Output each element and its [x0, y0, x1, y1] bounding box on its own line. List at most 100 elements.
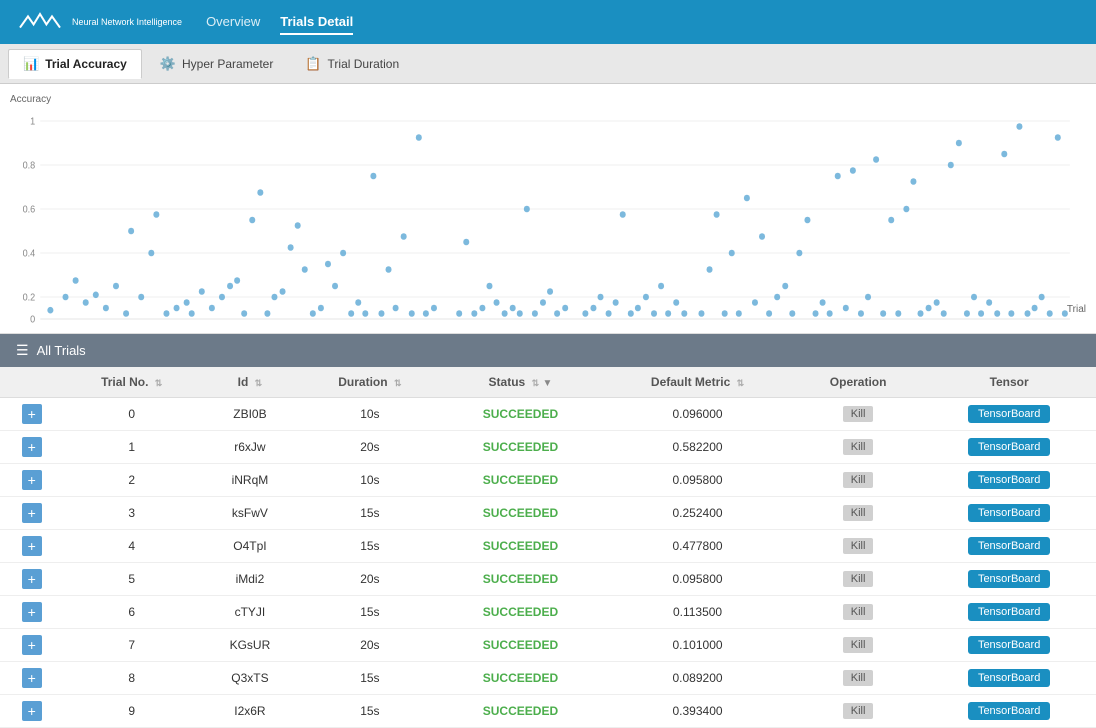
- cell-tensor[interactable]: TensorBoard: [922, 464, 1096, 497]
- nav-trials-detail[interactable]: Trials Detail: [280, 10, 353, 35]
- tab-trial-duration[interactable]: 📋 Trial Duration: [291, 50, 413, 78]
- cell-tensor[interactable]: TensorBoard: [922, 563, 1096, 596]
- expand-button[interactable]: +: [22, 701, 42, 721]
- kill-button[interactable]: Kill: [843, 637, 874, 653]
- tensorboard-button[interactable]: TensorBoard: [968, 570, 1050, 588]
- expand-btn-cell[interactable]: +: [0, 431, 64, 464]
- col-tensor: Tensor: [922, 367, 1096, 398]
- expand-btn-cell[interactable]: +: [0, 629, 64, 662]
- cell-duration: 15s: [300, 695, 440, 728]
- cell-duration: 15s: [300, 530, 440, 563]
- cell-operation[interactable]: Kill: [794, 464, 922, 497]
- kill-button[interactable]: Kill: [843, 472, 874, 488]
- status-badge: SUCCEEDED: [483, 704, 558, 718]
- col-duration[interactable]: Duration ⇅: [300, 367, 440, 398]
- kill-button[interactable]: Kill: [843, 604, 874, 620]
- col-trial-no[interactable]: Trial No. ⇅: [64, 367, 200, 398]
- expand-button[interactable]: +: [22, 470, 42, 490]
- table-row: + 2 iNRqM 10s SUCCEEDED 0.095800 Kill Te…: [0, 464, 1096, 497]
- expand-button[interactable]: +: [22, 437, 42, 457]
- cell-trial-no: 5: [64, 563, 200, 596]
- sort-icon-id[interactable]: ⇅: [255, 378, 263, 388]
- expand-button[interactable]: +: [22, 503, 42, 523]
- tensorboard-button[interactable]: TensorBoard: [968, 603, 1050, 621]
- filter-icon-status[interactable]: ▼: [542, 378, 552, 389]
- col-operation: Operation: [794, 367, 922, 398]
- tab-trial-accuracy[interactable]: 📊 Trial Accuracy: [8, 49, 142, 79]
- cell-operation[interactable]: Kill: [794, 530, 922, 563]
- sort-icon-status[interactable]: ⇅: [532, 378, 540, 388]
- kill-button[interactable]: Kill: [843, 670, 874, 686]
- cell-duration: 10s: [300, 464, 440, 497]
- expand-btn-cell[interactable]: +: [0, 398, 64, 431]
- expand-button[interactable]: +: [22, 404, 42, 424]
- cell-operation[interactable]: Kill: [794, 596, 922, 629]
- expand-btn-cell[interactable]: +: [0, 497, 64, 530]
- expand-btn-cell[interactable]: +: [0, 464, 64, 497]
- expand-btn-cell[interactable]: +: [0, 695, 64, 728]
- cell-id: ksFwV: [200, 497, 300, 530]
- tensorboard-button[interactable]: TensorBoard: [968, 405, 1050, 423]
- cell-status: SUCCEEDED: [440, 662, 601, 695]
- col-status[interactable]: Status ⇅ ▼: [440, 367, 601, 398]
- expand-btn-cell[interactable]: +: [0, 662, 64, 695]
- cell-tensor[interactable]: TensorBoard: [922, 530, 1096, 563]
- sort-icon-duration[interactable]: ⇅: [394, 378, 402, 388]
- expand-btn-cell[interactable]: +: [0, 596, 64, 629]
- tensorboard-button[interactable]: TensorBoard: [968, 471, 1050, 489]
- cell-status: SUCCEEDED: [440, 464, 601, 497]
- expand-btn-cell[interactable]: +: [0, 530, 64, 563]
- col-id[interactable]: Id ⇅: [200, 367, 300, 398]
- kill-button[interactable]: Kill: [843, 439, 874, 455]
- tab-hyper-parameter[interactable]: ⚙️ Hyper Parameter: [146, 50, 288, 78]
- kill-button[interactable]: Kill: [843, 406, 874, 422]
- cell-tensor[interactable]: TensorBoard: [922, 629, 1096, 662]
- kill-button[interactable]: Kill: [843, 571, 874, 587]
- cell-operation[interactable]: Kill: [794, 629, 922, 662]
- cell-operation[interactable]: Kill: [794, 398, 922, 431]
- cell-status: SUCCEEDED: [440, 497, 601, 530]
- cell-status: SUCCEEDED: [440, 695, 601, 728]
- expand-button[interactable]: +: [22, 668, 42, 688]
- expand-button[interactable]: +: [22, 635, 42, 655]
- tensorboard-button[interactable]: TensorBoard: [968, 438, 1050, 456]
- cell-tensor[interactable]: TensorBoard: [922, 596, 1096, 629]
- cell-tensor[interactable]: TensorBoard: [922, 662, 1096, 695]
- cell-metric: 0.101000: [601, 629, 794, 662]
- cell-trial-no: 3: [64, 497, 200, 530]
- cell-tensor[interactable]: TensorBoard: [922, 695, 1096, 728]
- cell-operation[interactable]: Kill: [794, 431, 922, 464]
- cell-duration: 20s: [300, 431, 440, 464]
- tensorboard-button[interactable]: TensorBoard: [968, 636, 1050, 654]
- sort-icon-trial-no[interactable]: ⇅: [155, 378, 163, 388]
- cell-operation[interactable]: Kill: [794, 662, 922, 695]
- sort-icon-metric[interactable]: ⇅: [737, 378, 745, 388]
- cell-tensor[interactable]: TensorBoard: [922, 431, 1096, 464]
- tensorboard-button[interactable]: TensorBoard: [968, 504, 1050, 522]
- tensorboard-button[interactable]: TensorBoard: [968, 702, 1050, 720]
- cell-tensor[interactable]: TensorBoard: [922, 497, 1096, 530]
- chart-y-label: Accuracy: [10, 94, 51, 105]
- expand-button[interactable]: +: [22, 536, 42, 556]
- nav-overview[interactable]: Overview: [206, 10, 260, 35]
- cell-operation[interactable]: Kill: [794, 695, 922, 728]
- table-icon: 📋: [305, 56, 321, 72]
- tensorboard-button[interactable]: TensorBoard: [968, 537, 1050, 555]
- expand-button[interactable]: +: [22, 569, 42, 589]
- cell-metric: 0.089200: [601, 662, 794, 695]
- cell-id: ZBI0B: [200, 398, 300, 431]
- cell-operation[interactable]: Kill: [794, 563, 922, 596]
- kill-button[interactable]: Kill: [843, 538, 874, 554]
- cell-id: r6xJw: [200, 431, 300, 464]
- status-badge: SUCCEEDED: [483, 638, 558, 652]
- status-badge: SUCCEEDED: [483, 539, 558, 553]
- tensorboard-button[interactable]: TensorBoard: [968, 669, 1050, 687]
- kill-button[interactable]: Kill: [843, 703, 874, 719]
- expand-btn-cell[interactable]: +: [0, 563, 64, 596]
- cell-duration: 15s: [300, 497, 440, 530]
- expand-button[interactable]: +: [22, 602, 42, 622]
- col-default-metric[interactable]: Default Metric ⇅: [601, 367, 794, 398]
- kill-button[interactable]: Kill: [843, 505, 874, 521]
- cell-operation[interactable]: Kill: [794, 497, 922, 530]
- cell-tensor[interactable]: TensorBoard: [922, 398, 1096, 431]
